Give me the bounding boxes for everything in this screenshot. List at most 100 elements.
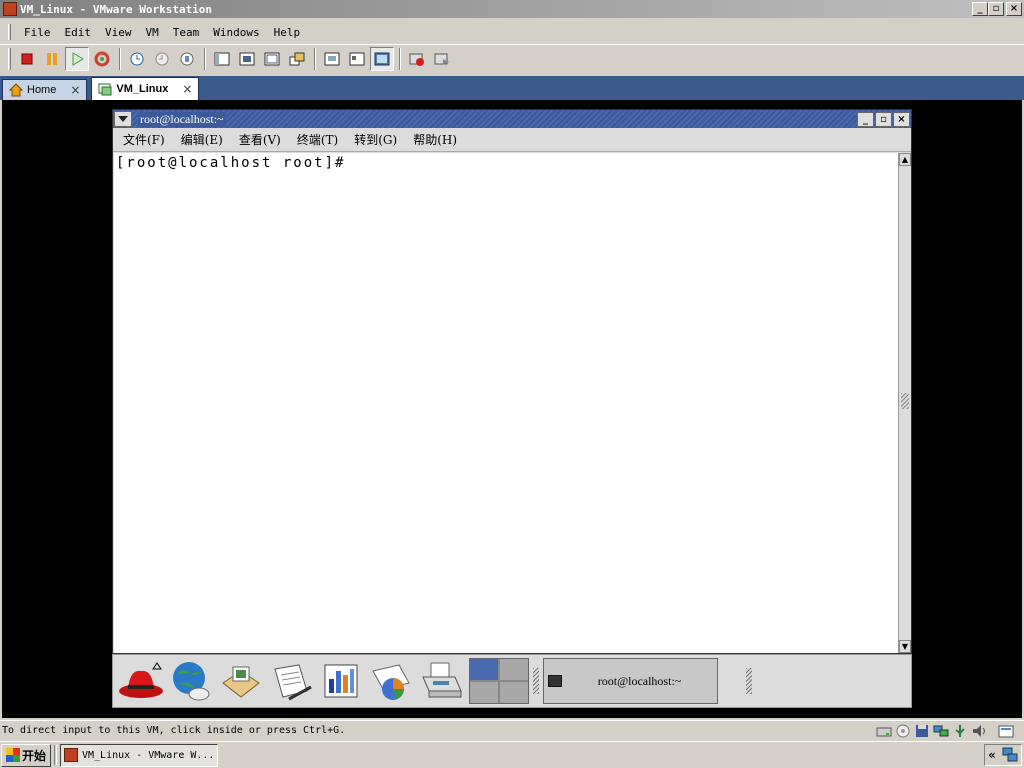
sidebar-icon — [214, 52, 230, 65]
taskbar-terminal-button[interactable]: root@localhost:~ — [543, 658, 718, 704]
tab-home[interactable]: Home × — [2, 79, 88, 100]
terminal-text-area[interactable]: [root@localhost root]# — [114, 153, 898, 653]
menu-edit[interactable]: Edit — [58, 26, 99, 39]
tray-expand-icon[interactable]: « — [988, 748, 996, 762]
terminal-scrollbar[interactable]: ▲ ▼ — [898, 153, 911, 653]
suspend-button[interactable] — [40, 47, 64, 71]
full-screen-icon — [239, 52, 255, 65]
taskbar-item-vmware[interactable]: VM_Linux - VMware W... — [60, 743, 218, 767]
pause-icon — [47, 52, 57, 65]
workspace-2[interactable] — [500, 659, 528, 680]
quick-switch-button[interactable] — [260, 47, 284, 71]
printer-icon — [422, 662, 462, 698]
caption-buttons: _ ▫ × — [972, 2, 1022, 16]
toolbar-separator — [314, 47, 316, 70]
writer-launcher[interactable] — [267, 658, 315, 704]
guest-menu-file[interactable]: 文件(F) — [117, 131, 175, 148]
shell-prompt: [root@localhost root]# — [116, 155, 346, 171]
menubar-grip[interactable] — [8, 24, 11, 40]
network-icon[interactable] — [933, 724, 949, 738]
workspace-3[interactable] — [470, 682, 498, 703]
toolbar — [0, 44, 1024, 72]
panel-grip[interactable] — [746, 668, 752, 694]
vmware-app-icon[interactable] — [3, 2, 17, 16]
sidebar-toggle-button[interactable] — [210, 47, 234, 71]
guest-menu-help[interactable]: 帮助(H) — [407, 131, 467, 148]
os-taskbar: 开始 VM_Linux - VMware W... « — [0, 741, 1024, 768]
power-on-button[interactable] — [65, 46, 89, 71]
scroll-up-button[interactable]: ▲ — [899, 153, 911, 166]
guest-menu-terminal[interactable]: 终端(T) — [291, 131, 348, 148]
menu-vm[interactable]: VM — [139, 26, 166, 39]
hard-disk-icon[interactable] — [876, 724, 892, 738]
guest-minimize-button[interactable]: _ — [857, 111, 874, 127]
menu-view[interactable]: View — [98, 26, 139, 39]
snapshot-button[interactable] — [125, 47, 149, 71]
console-icon — [374, 52, 390, 65]
panel-grip[interactable] — [533, 668, 539, 694]
replay-button[interactable] — [430, 47, 454, 71]
guest-menu-bar: 文件(F) 编辑(E) 查看(V) 终端(T) 转到(G) 帮助(H) — [113, 128, 911, 152]
message-log-icon[interactable] — [998, 724, 1014, 738]
tab-vm-linux[interactable]: VM_Linux × — [91, 77, 200, 100]
snapshot-manager-button[interactable] — [175, 47, 199, 71]
web-browser-launcher[interactable] — [167, 658, 215, 704]
scroll-down-button[interactable]: ▼ — [899, 640, 911, 653]
network-tray-icon[interactable] — [1002, 747, 1018, 763]
close-button[interactable]: × — [1006, 2, 1022, 16]
terminal-icon — [548, 675, 562, 687]
workspace-4[interactable] — [500, 682, 528, 703]
toolbar-separator — [399, 47, 401, 70]
guest-menu-go[interactable]: 转到(G) — [348, 131, 407, 148]
redhat-menu-launcher[interactable] — [117, 658, 165, 704]
usb-icon[interactable] — [952, 724, 968, 738]
start-button[interactable]: 开始 — [1, 743, 51, 767]
window-title-bar: VM_Linux - VMware Workstation _ ▫ × — [0, 0, 1024, 18]
scrollbar-thumb[interactable] — [901, 393, 909, 409]
guest-window-title: root@localhost:~ — [138, 111, 226, 127]
menu-help[interactable]: Help — [267, 26, 308, 39]
guest-terminal-window[interactable]: root@localhost:~ _ ▫ × 文件(F) 编辑(E) 查看(V)… — [112, 109, 912, 654]
guest-close-button[interactable]: × — [893, 111, 910, 127]
toolbar-grip[interactable] — [8, 47, 11, 70]
record-button[interactable] — [405, 47, 429, 71]
stop-icon — [21, 53, 33, 64]
workspace-1[interactable] — [470, 659, 498, 680]
spreadsheet-launcher[interactable] — [367, 658, 415, 704]
reset-button[interactable] — [90, 47, 114, 71]
sound-icon[interactable] — [971, 724, 987, 738]
console-view-button[interactable] — [370, 46, 394, 71]
record-icon — [409, 53, 424, 66]
replay-icon — [434, 53, 449, 65]
guest-menu-edit[interactable]: 编辑(E) — [175, 131, 233, 148]
toolbar-separator — [204, 47, 206, 70]
window-menu-button[interactable] — [114, 111, 132, 127]
menu-windows[interactable]: Windows — [206, 26, 266, 39]
revert-snapshot-button[interactable] — [150, 47, 174, 71]
power-off-button[interactable] — [15, 47, 39, 71]
unity-button[interactable] — [285, 47, 309, 71]
summary-view-button[interactable] — [320, 47, 344, 71]
menu-file[interactable]: File — [17, 26, 58, 39]
restore-button[interactable]: ▫ — [988, 2, 1004, 16]
presentation-launcher[interactable] — [317, 658, 365, 704]
guest-title-bar[interactable]: root@localhost:~ _ ▫ × — [113, 110, 911, 128]
guest-menu-view[interactable]: 查看(V) — [233, 131, 291, 148]
menu-team[interactable]: Team — [166, 26, 207, 39]
tab-label: VM_Linux — [116, 83, 169, 95]
windows-flag-icon — [5, 748, 20, 762]
full-screen-button[interactable] — [235, 47, 259, 71]
workspace-pager[interactable] — [469, 658, 529, 704]
appliance-view-button[interactable] — [345, 47, 369, 71]
tab-close-icon[interactable]: × — [182, 82, 192, 96]
cd-rom-icon[interactable] — [895, 724, 911, 738]
bar-chart-icon — [324, 664, 358, 698]
tab-close-icon[interactable]: × — [70, 83, 80, 97]
print-manager-launcher[interactable] — [417, 658, 465, 704]
minimize-button[interactable]: _ — [972, 2, 988, 16]
email-launcher[interactable] — [217, 658, 265, 704]
guest-maximize-button[interactable]: ▫ — [875, 111, 892, 127]
floppy-icon[interactable] — [914, 724, 930, 738]
tab-strip: Home × VM_Linux × — [0, 76, 1024, 100]
start-label: 开始 — [21, 748, 46, 763]
